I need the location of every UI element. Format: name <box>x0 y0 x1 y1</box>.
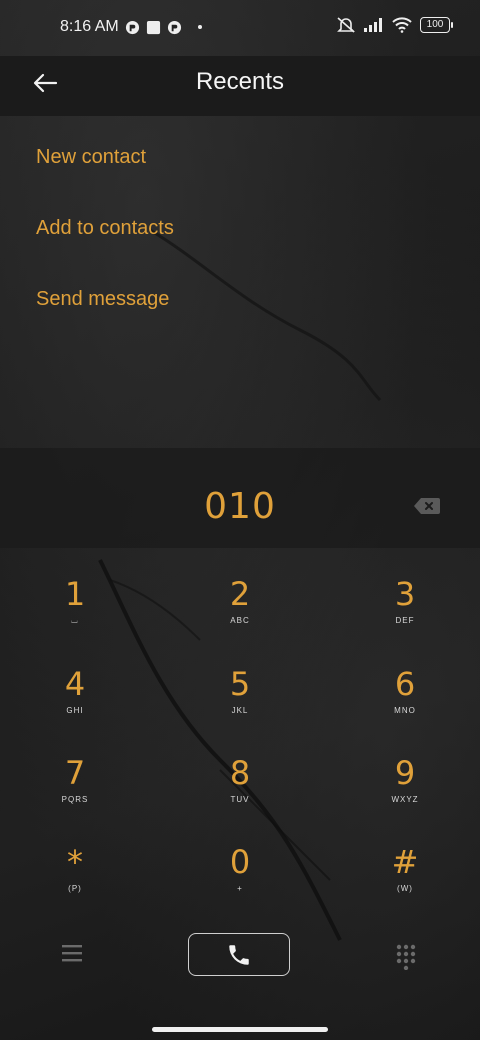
key-letters: (P) <box>68 884 82 893</box>
notification-app-icon <box>125 20 140 35</box>
key-7[interactable]: 7 PQRS <box>15 755 135 835</box>
key-star[interactable]: * (P) <box>15 844 135 924</box>
key-2[interactable]: 2 ABC <box>180 576 300 656</box>
battery-icon: 100 <box>420 17 453 33</box>
status-left: 8:16 AM <box>60 18 202 36</box>
key-3[interactable]: 3 DEF <box>345 576 465 656</box>
new-contact-option[interactable]: New contact <box>36 146 174 217</box>
send-message-option[interactable]: Send message <box>36 288 174 359</box>
key-digit: 9 <box>394 754 416 792</box>
key-letters: WXYZ <box>391 795 419 804</box>
key-letters: DEF <box>395 616 415 625</box>
call-button[interactable] <box>188 933 290 976</box>
signal-icon <box>364 18 384 32</box>
key-digit: * <box>67 843 83 881</box>
page-title: Recents <box>195 68 285 95</box>
key-6[interactable]: 6 MNO <box>345 666 465 746</box>
key-letters: GHI <box>66 706 84 715</box>
backspace-button[interactable] <box>414 498 440 514</box>
menu-icon <box>62 945 82 962</box>
home-indicator[interactable] <box>152 1027 328 1032</box>
key-8[interactable]: 8 TUV <box>180 755 300 835</box>
key-digit: 5 <box>229 665 251 703</box>
key-hash[interactable]: # (W) <box>345 844 465 924</box>
dialpad-icon <box>396 944 416 971</box>
wifi-icon <box>392 17 412 33</box>
backspace-icon <box>414 498 440 514</box>
number-display-bar: 010 <box>0 448 480 548</box>
app-header: Recents <box>0 56 480 116</box>
key-digit: 4 <box>64 665 86 703</box>
key-0[interactable]: 0 + <box>180 844 300 924</box>
key-digit: 1 <box>64 575 86 613</box>
key-letters: (W) <box>397 884 413 893</box>
key-digit: 7 <box>64 754 86 792</box>
dialed-number: 010 <box>204 486 276 527</box>
dialpad-button[interactable] <box>396 944 416 971</box>
mute-icon <box>336 16 356 34</box>
key-letters: TUV <box>230 795 250 804</box>
key-letters: JKL <box>231 706 249 715</box>
key-letters: MNO <box>394 706 416 715</box>
add-to-contacts-option[interactable]: Add to contacts <box>36 217 174 288</box>
status-bar: 8:16 AM 100 <box>0 0 480 56</box>
phone-icon <box>229 944 249 965</box>
key-1[interactable]: 1 ⌴ <box>15 576 135 656</box>
key-9[interactable]: 9 WXYZ <box>345 755 465 835</box>
key-digit: 6 <box>394 665 416 703</box>
notification-app-icon-2 <box>167 20 182 35</box>
dot-icon <box>197 25 202 29</box>
key-digit: 2 <box>229 575 251 613</box>
options-list: New contact Add to contacts Send message <box>36 146 174 359</box>
key-letters: ABC <box>230 616 250 625</box>
key-letters: ⌴ <box>71 616 79 625</box>
key-letters: PQRS <box>61 795 89 804</box>
key-letters: + <box>237 884 243 893</box>
bottom-bar <box>0 930 480 990</box>
key-5[interactable]: 5 JKL <box>180 666 300 746</box>
status-right: 100 <box>336 16 453 34</box>
key-digit: # <box>391 843 419 881</box>
notification-square-icon <box>146 20 161 35</box>
menu-button[interactable] <box>62 944 84 962</box>
key-digit: 3 <box>394 575 416 613</box>
key-digit: 0 <box>229 843 251 881</box>
key-digit: 8 <box>229 754 251 792</box>
status-time: 8:16 AM <box>60 18 119 35</box>
key-4[interactable]: 4 GHI <box>15 666 135 746</box>
